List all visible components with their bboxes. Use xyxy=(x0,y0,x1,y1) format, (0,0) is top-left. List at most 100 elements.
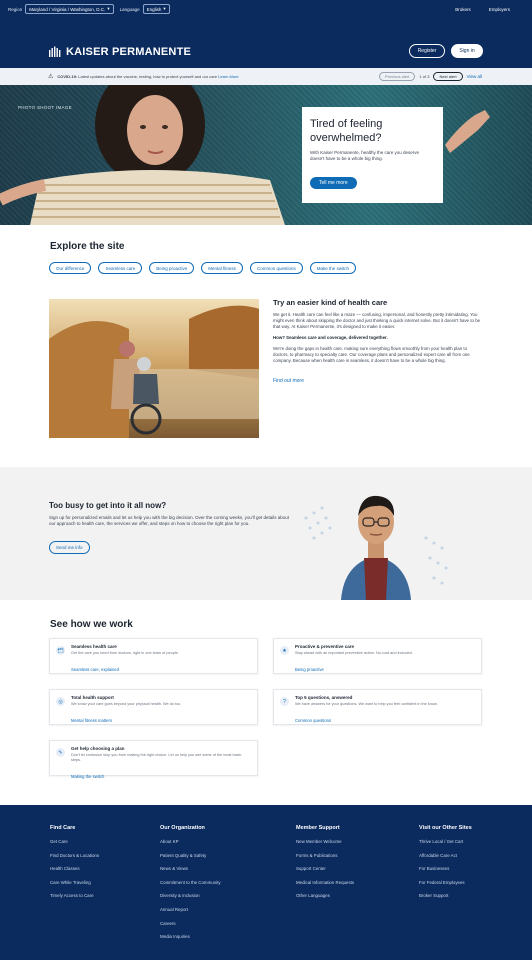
explore-chip[interactable]: Being proactive xyxy=(149,262,195,274)
footer-column: Find Care Get Care Find Doctors & Location… xyxy=(50,825,99,907)
logo-icon xyxy=(49,46,61,57)
tell-me-more-button[interactable]: Tell me more xyxy=(310,177,357,189)
footer-link[interactable]: Forms & Publications xyxy=(296,853,354,858)
info-card: ◎ Total health support We know your care… xyxy=(49,689,258,725)
send-me-info-button[interactable]: Send me info xyxy=(49,541,90,554)
brokers-link[interactable]: Brokers xyxy=(455,7,471,12)
footer-link[interactable]: Media Inquiries xyxy=(160,934,221,939)
hero-text: With Kaiser Permanente, healthy the care… xyxy=(310,150,420,161)
card-link[interactable]: Making the switch xyxy=(71,774,104,779)
info-card: 🗂 Seamless health care Get the care you … xyxy=(49,638,258,674)
footer-heading: Visit our Other Sites xyxy=(419,825,472,831)
explore-chip[interactable]: Make the switch xyxy=(309,262,357,274)
footer-link[interactable]: Timely Access to Care xyxy=(50,893,99,898)
signup-text-block: Too busy to get into it all now? Sign up… xyxy=(49,501,289,554)
signup-section: Too busy to get into it all now? Sign up… xyxy=(0,467,532,600)
footer-link[interactable]: Commitment to the Community xyxy=(160,880,221,885)
card-title: Get help choosing a plan xyxy=(71,746,125,751)
star-icon: ★ xyxy=(280,646,289,655)
card-title: Proactive & preventive care xyxy=(295,644,355,649)
language-select[interactable]: English ▾ xyxy=(142,4,170,14)
care-paragraph-2: How? Seamless care and coverage, deliver… xyxy=(273,335,388,340)
card-link[interactable]: Being proactive xyxy=(295,667,324,672)
footer-link[interactable]: For Businesses xyxy=(419,866,472,871)
footer-link[interactable]: Health Classes xyxy=(50,866,99,871)
alert-learn-more-link[interactable]: Learn More xyxy=(218,74,238,79)
chevron-down-icon: ▾ xyxy=(107,6,110,11)
footer-link[interactable]: Annual Report xyxy=(160,907,221,912)
card-text: Stay ahead with an important preventive … xyxy=(295,651,413,655)
hero-card: Tired of feeling overwhelmed? With Kaise… xyxy=(302,107,443,203)
card-link[interactable]: Common questions xyxy=(295,718,331,723)
card-title: Top 5 questions, answered xyxy=(295,695,353,700)
chevron-down-icon: ▾ xyxy=(163,6,166,11)
footer-heading: Find Care xyxy=(50,825,76,831)
logo-text: KAISER PERMANENTE xyxy=(66,46,192,58)
footer-link[interactable]: Patient Quality & Safety xyxy=(160,853,221,858)
region-select[interactable]: Maryland / Virginia / Washington, D.C. ▾ xyxy=(25,4,114,14)
previous-alert-button[interactable]: Previous alert xyxy=(378,72,416,81)
page: Region Maryland / Virginia / Washington,… xyxy=(0,0,532,960)
footer-link[interactable]: Care While Traveling xyxy=(50,880,99,885)
explore-chips: Our difference Seamless care Being proacti… xyxy=(49,262,357,274)
care-paragraph-3: We're doing the gaps in health care, mak… xyxy=(273,346,470,363)
hero-hand xyxy=(445,110,490,153)
signup-text: Sign up for personalized emails and let … xyxy=(49,515,289,526)
card-text: Don't let confusion stop you from making… xyxy=(71,753,242,762)
kaiser-logo[interactable]: KAISER PERMANENTE xyxy=(48,46,191,58)
care-photo xyxy=(49,299,259,438)
language-value: English xyxy=(146,6,162,12)
footer-heading: Member Support xyxy=(296,825,340,831)
find-out-more-link[interactable]: Find out more xyxy=(273,378,304,384)
hero-title: Tired of feeling overwhelmed? xyxy=(310,118,383,144)
employers-link[interactable]: Employers xyxy=(489,7,510,12)
how-we-work-title: See how we work xyxy=(50,619,133,630)
footer-link[interactable]: Diversity & Inclusion xyxy=(160,893,221,898)
footer-list: Thrive Local / Get Cart Affordable Care A… xyxy=(419,839,472,898)
card-link[interactable]: Mental fitness matters xyxy=(71,718,112,723)
covid-alert: ⚠ COVID-19: Latest updates about the vac… xyxy=(0,68,532,85)
footer-list: About KP Patient Quality & Safety News & V… xyxy=(160,839,221,939)
footer-link[interactable]: Other Languages xyxy=(296,893,354,898)
signup-title: Too busy to get into it all now? xyxy=(49,501,167,510)
footer-link[interactable]: About KP xyxy=(160,839,221,844)
footer-link[interactable]: Support Center xyxy=(296,866,354,871)
footer-link[interactable]: New Member Welcome xyxy=(296,839,354,844)
region-label: Region xyxy=(8,6,23,12)
footer-link[interactable]: Get Care xyxy=(50,839,99,844)
explore-chip[interactable]: Seamless care xyxy=(98,262,143,274)
footer-link[interactable]: News & Views xyxy=(160,866,221,871)
view-all-link[interactable]: View all xyxy=(467,74,482,79)
footer-list: New Member Welcome Forms & Publications Su… xyxy=(296,839,354,898)
footer-link[interactable]: For Federal Employees xyxy=(419,880,472,885)
explore-chip[interactable]: Mental fitness xyxy=(201,262,243,274)
photo-shoot-tag-text: PHOTO SHOOT IMAGE xyxy=(18,105,72,110)
alert-controls: Previous alert 1 of 3 Next alert View al… xyxy=(378,72,482,81)
next-alert-button[interactable]: Next alert xyxy=(433,72,463,81)
alert-count: 1 of 3 xyxy=(419,74,430,79)
care-section: Try an easier kind of health care We get… xyxy=(273,298,483,387)
footer-link[interactable]: Careers xyxy=(160,921,221,926)
card-link[interactable]: Seamless care, explained xyxy=(71,667,119,672)
site-header: KAISER PERMANENTE Register Sign in Learn… xyxy=(0,18,532,83)
sign-in-button[interactable]: Sign in xyxy=(451,44,483,58)
alert-message: Latest updates about the vaccine, testin… xyxy=(78,74,218,79)
footer-link[interactable]: Medical Information Requests xyxy=(296,880,354,885)
photo-shoot-tag: PHOTO SHOOT IMAGE xyxy=(18,105,72,111)
alert-text: COVID-19: Latest updates about the vacci… xyxy=(57,74,257,79)
register-button[interactable]: Register xyxy=(409,44,445,58)
footer-list: Get Care Find Doctors & Locations Health C… xyxy=(50,839,99,898)
warning-icon: ⚠ xyxy=(48,74,54,80)
folder-icon: 🗂 xyxy=(56,646,65,655)
region-value: Maryland / Virginia / Washington, D.C. xyxy=(29,6,106,12)
support-icon: ◎ xyxy=(56,697,65,706)
footer-column: Member Support New Member Welcome Forms & … xyxy=(296,825,354,907)
footer-column: Our Organization About KP Patient Quality … xyxy=(160,825,221,948)
explore-chip[interactable]: Common questions xyxy=(250,262,303,274)
explore-chip[interactable]: Our difference xyxy=(49,262,92,274)
footer-link[interactable]: Thrive Local / Get Cart xyxy=(419,839,472,844)
footer-link[interactable]: Find Doctors & Locations xyxy=(50,853,99,858)
footer-link[interactable]: Affordable Care Act xyxy=(419,853,472,858)
footer-link[interactable]: Broker Support xyxy=(419,893,472,898)
info-card: ★ Proactive & preventive care Stay ahead… xyxy=(273,638,482,674)
